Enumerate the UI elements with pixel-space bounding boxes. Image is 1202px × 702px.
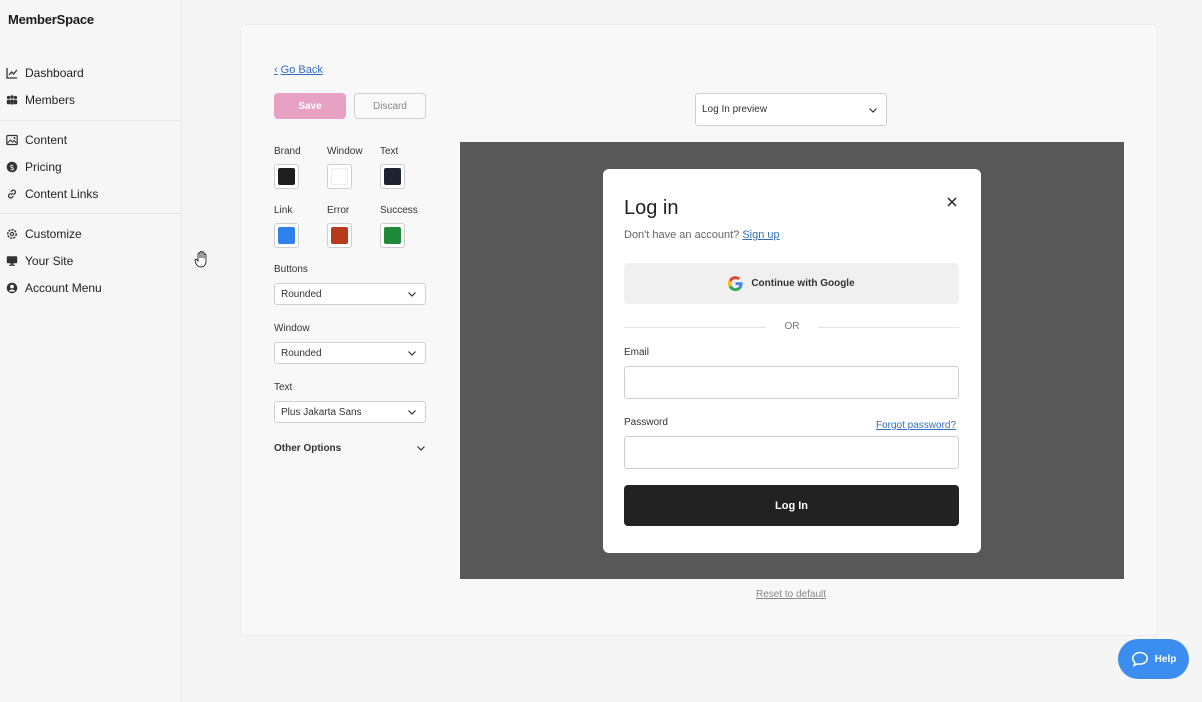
close-icon[interactable] — [946, 196, 958, 208]
sidebar-item-label: Members — [25, 93, 76, 107]
account-icon — [6, 282, 18, 294]
text-color-label: Text — [380, 146, 399, 157]
link-color-swatch[interactable] — [274, 223, 299, 248]
sidebar-item-your-site[interactable]: Your Site — [6, 251, 73, 271]
signup-prompt: Don't have an account? Sign up — [624, 229, 780, 241]
dollar-icon: $ — [6, 161, 18, 173]
swatch-fill — [384, 227, 401, 244]
chart-line-icon — [6, 68, 18, 79]
sidebar-item-label: Content — [25, 133, 68, 147]
reset-to-default-link[interactable]: Reset to default — [756, 589, 826, 600]
error-color-label: Error — [327, 205, 350, 216]
select-value: Rounded — [281, 288, 322, 300]
password-label: Password — [624, 417, 668, 428]
link-icon — [8, 189, 16, 199]
brand-color-label: Brand — [274, 146, 301, 157]
chevron-down-icon — [408, 292, 416, 297]
sidebar-item-content-links[interactable]: Content Links — [6, 184, 98, 204]
sidebar-item-customize[interactable]: Customize — [6, 224, 82, 244]
divider — [624, 327, 766, 328]
forgot-password-link[interactable]: Forgot password? — [876, 420, 956, 431]
sidebar-item-account-menu[interactable]: Account Menu — [6, 278, 102, 298]
email-field[interactable] — [624, 366, 959, 399]
swatch-fill — [278, 168, 295, 185]
signup-link[interactable]: Sign up — [742, 229, 779, 241]
memberspace-logo[interactable]: MemberSpace — [8, 12, 94, 27]
image-icon — [6, 134, 18, 146]
select-value: Plus Jakarta Sans — [281, 406, 362, 418]
password-field[interactable] — [624, 436, 959, 469]
divider — [0, 213, 182, 214]
sidebar-item-label: Your Site — [25, 254, 74, 268]
swatch-fill — [278, 227, 295, 244]
save-button[interactable]: Save — [274, 93, 346, 119]
divider — [818, 327, 959, 328]
svg-text:$: $ — [9, 163, 14, 172]
sidebar-item-pricing[interactable]: $ Pricing — [6, 157, 62, 177]
google-icon — [728, 276, 743, 291]
select-value: Log In preview — [702, 104, 768, 115]
error-color-swatch[interactable] — [327, 223, 352, 248]
users-icon — [6, 95, 18, 105]
window-color-swatch[interactable] — [327, 164, 352, 189]
gear-icon — [7, 229, 17, 239]
sidebar-item-label: Dashboard — [25, 66, 84, 80]
go-back-link[interactable]: ‹ Go Back — [274, 64, 323, 76]
sidebar-item-dashboard[interactable]: Dashboard — [6, 63, 84, 83]
swatch-fill — [331, 227, 348, 244]
chevron-down-icon — [408, 410, 416, 415]
sidebar-item-label: Content Links — [25, 187, 99, 201]
chevron-left-icon: ‹ — [274, 64, 278, 76]
text-font-select[interactable]: Plus Jakarta Sans — [274, 401, 426, 423]
go-back-label: Go Back — [280, 64, 323, 76]
window-color-label: Window — [327, 146, 363, 157]
discard-button[interactable]: Discard — [354, 93, 426, 119]
swatch-fill — [331, 168, 348, 185]
success-color-label: Success — [380, 205, 418, 216]
sidebar-item-label: Customize — [25, 227, 82, 241]
divider — [0, 120, 182, 121]
select-value: Rounded — [281, 347, 322, 359]
link-color-label: Link — [274, 205, 293, 216]
sidebar-item-label: Pricing — [25, 160, 62, 174]
signup-prompt-text: Don't have an account? — [624, 229, 740, 241]
modal-title: Log in — [624, 197, 679, 219]
sidebar-item-members[interactable]: Members — [6, 90, 75, 110]
chat-bubble-icon — [1131, 651, 1148, 667]
sidebar: MemberSpace Dashboard Members Content $ … — [0, 0, 182, 702]
continue-with-google-button[interactable]: Continue with Google — [624, 263, 959, 304]
chevron-down-icon — [417, 446, 425, 451]
login-modal-preview: Log in Don't have an account? Sign up Co… — [603, 169, 981, 553]
text-color-swatch[interactable] — [380, 164, 405, 189]
window-style-select[interactable]: Rounded — [274, 342, 426, 364]
or-separator: OR — [784, 321, 800, 332]
buttons-style-select[interactable]: Rounded — [274, 283, 426, 305]
swatch-fill — [384, 168, 401, 185]
chevron-down-icon — [408, 351, 416, 356]
monitor-icon — [6, 256, 18, 266]
success-color-swatch[interactable] — [380, 223, 405, 248]
preview-mode-select[interactable]: Log In preview — [695, 93, 887, 126]
google-button-label: Continue with Google — [751, 278, 855, 289]
chevron-down-icon — [869, 108, 877, 113]
other-options-toggle[interactable]: Other Options — [274, 441, 426, 455]
help-button[interactable]: Help — [1118, 639, 1189, 679]
window-label: Window — [274, 323, 310, 334]
help-label: Help — [1154, 653, 1177, 665]
text-font-label: Text — [274, 382, 293, 393]
hand-cursor-icon — [194, 251, 207, 268]
other-options-label: Other Options — [274, 442, 342, 454]
email-label: Email — [624, 347, 650, 358]
sidebar-item-content[interactable]: Content — [6, 130, 67, 150]
brand-color-swatch[interactable] — [274, 164, 299, 189]
sidebar-item-label: Account Menu — [25, 281, 102, 295]
login-button[interactable]: Log In — [624, 485, 959, 526]
buttons-label: Buttons — [274, 264, 308, 275]
